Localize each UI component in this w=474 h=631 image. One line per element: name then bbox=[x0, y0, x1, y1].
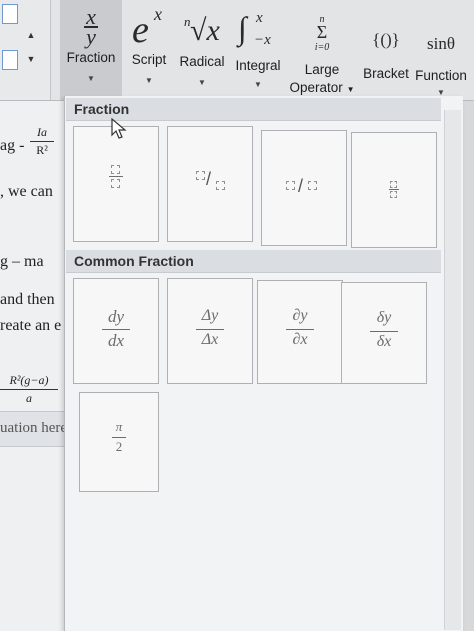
chevron-down-icon: ▼ bbox=[254, 80, 262, 89]
integral-label: Integral bbox=[235, 58, 281, 73]
bracket-button[interactable]: {()} Bracket bbox=[360, 0, 412, 100]
common-fraction-section-header: Common Fraction bbox=[66, 250, 441, 273]
chevron-down-icon: ▼ bbox=[145, 76, 153, 85]
script-icon: e x bbox=[132, 4, 162, 51]
doc-line: ag - bbox=[0, 137, 25, 154]
placeholder-box-icon bbox=[308, 181, 317, 190]
document-area: ag - Ia R² , we can g – ma and then reat… bbox=[0, 101, 72, 631]
slash-icon: / bbox=[298, 176, 304, 196]
scroll-up-arrow[interactable]: ▲ bbox=[24, 26, 38, 44]
doc-fraction: R²(g−a) a bbox=[0, 373, 58, 406]
equation-placeholder[interactable]: uation here bbox=[0, 411, 72, 447]
doc-fraction: Ia R² bbox=[30, 125, 54, 158]
integral-button[interactable]: ∫ x −x Integral ▼ bbox=[230, 0, 286, 100]
fraction-button[interactable]: x y Fraction ▼ bbox=[60, 0, 122, 100]
skewed-fraction-tile[interactable]: / bbox=[167, 126, 253, 242]
chevron-down-icon: ▼ bbox=[87, 74, 95, 83]
bracket-label: Bracket bbox=[363, 66, 409, 81]
gallery-scrollbar[interactable] bbox=[444, 110, 461, 630]
placeholder-box-icon bbox=[390, 191, 397, 198]
radical-icon: n √x bbox=[184, 14, 220, 47]
equation-ribbon: ▲ ▼ x y Fraction ▼ e x Script ▼ n √x Rad… bbox=[0, 0, 474, 101]
delta-y-delta-x-fraction-tile[interactable]: Δy Δx bbox=[167, 278, 253, 384]
style-box[interactable] bbox=[2, 50, 18, 70]
script-button[interactable]: e x Script ▼ bbox=[124, 0, 174, 100]
fraction-icon: x y bbox=[60, 4, 122, 49]
function-icon: sinθ bbox=[427, 34, 455, 53]
radical-button[interactable]: n √x Radical ▼ bbox=[176, 0, 228, 100]
placeholder-box-icon bbox=[196, 171, 205, 180]
large-label-line2: Operator ▼ bbox=[289, 80, 355, 95]
more-arrow[interactable]: ▼ bbox=[24, 50, 38, 68]
fraction-gallery: Fraction / / Common Fraction dy dx Δy Δx… bbox=[64, 96, 463, 631]
placeholder-box-icon bbox=[286, 181, 295, 190]
ribbon-left-controls: ▲ ▼ bbox=[0, 0, 51, 100]
sum-icon: n Σ i=0 bbox=[314, 14, 330, 53]
placeholder-box-icon bbox=[111, 179, 120, 188]
small-fraction-tile[interactable] bbox=[351, 132, 437, 248]
fraction-label: Fraction bbox=[66, 50, 116, 65]
radical-label: Radical bbox=[179, 54, 225, 69]
mouse-pointer-icon bbox=[111, 118, 127, 139]
placeholder-box-icon bbox=[390, 181, 397, 188]
integral-icon: ∫ x −x bbox=[238, 10, 271, 48]
large-operator-button[interactable]: n Σ i=0 Large Operator ▼ bbox=[286, 0, 358, 100]
linear-fraction-tile[interactable]: / bbox=[261, 130, 347, 246]
large-label-line1: Large bbox=[304, 62, 340, 77]
function-button[interactable]: sinθ Function ▼ bbox=[412, 0, 470, 100]
small-delta-fraction-tile[interactable]: δy δx bbox=[341, 282, 427, 384]
script-label: Script bbox=[131, 52, 167, 67]
doc-line: , we can bbox=[0, 183, 53, 200]
style-box[interactable] bbox=[2, 4, 18, 24]
slash-icon: / bbox=[206, 169, 212, 189]
placeholder-box-icon bbox=[111, 165, 120, 174]
pi-over-2-fraction-tile[interactable]: π 2 bbox=[79, 392, 159, 492]
function-label: Function bbox=[415, 68, 467, 83]
chevron-down-icon: ▼ bbox=[198, 78, 206, 87]
doc-line: reate an e bbox=[0, 317, 62, 334]
stacked-fraction-tile[interactable] bbox=[73, 126, 159, 242]
doc-line: and then bbox=[0, 291, 55, 308]
placeholder-box-icon bbox=[216, 181, 225, 190]
bracket-icon: {()} bbox=[372, 30, 400, 49]
dy-dx-fraction-tile[interactable]: dy dx bbox=[73, 278, 159, 384]
partial-y-partial-x-fraction-tile[interactable]: ∂y ∂x bbox=[257, 280, 343, 384]
doc-line: g – ma bbox=[0, 253, 44, 270]
